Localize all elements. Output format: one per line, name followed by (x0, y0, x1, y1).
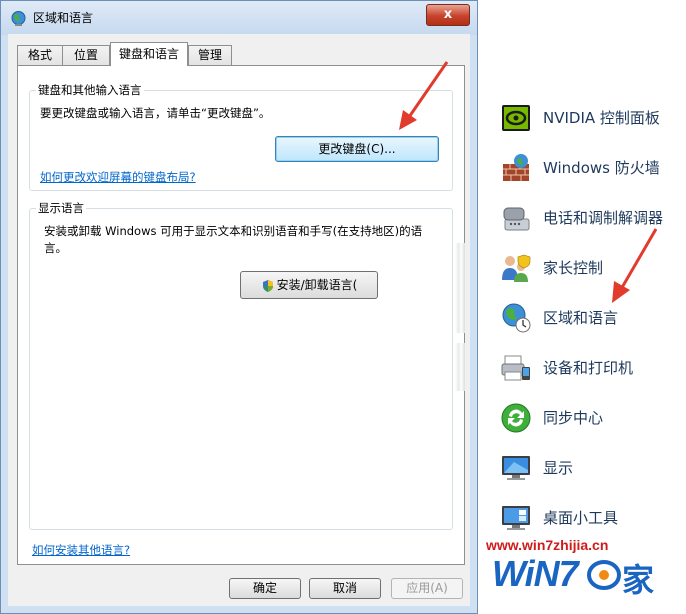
button-label: 安装/卸载语言( (276, 278, 358, 292)
phone-modem-icon (503, 207, 530, 231)
cp-item-label: NVIDIA 控制面板 (543, 109, 660, 127)
title-bar[interactable]: 区域和语言 x (1, 1, 477, 35)
uac-shield-icon (262, 279, 273, 292)
display-icon (502, 456, 530, 480)
devices-printers-icon (501, 355, 530, 381)
cp-item-label: 桌面小工具 (543, 509, 619, 527)
panel-edge (455, 243, 465, 333)
panel-edge (455, 343, 465, 391)
dialog-title: 区域和语言 (33, 11, 94, 25)
desktop-gadgets-icon (502, 506, 530, 530)
tab-label: 键盘和语言 (118, 47, 179, 61)
cp-item-label: 设备和打印机 (543, 359, 634, 377)
button-label: 确定 (252, 581, 277, 595)
watermark-logo-text: WiN7 (492, 553, 579, 594)
tab-label: 格式 (27, 48, 52, 62)
tab-label: 管理 (197, 48, 222, 62)
globe-icon (11, 11, 26, 26)
cp-item-label: 同步中心 (543, 409, 604, 427)
tab-location[interactable]: 位置 (62, 45, 110, 65)
button-label: 取消 (332, 581, 357, 595)
tab-keyboard-language[interactable]: 键盘和语言 (110, 42, 188, 66)
tab-label: 位置 (73, 48, 98, 62)
tab-format[interactable]: 格式 (17, 45, 63, 65)
annotation-arrow-icon (612, 228, 658, 303)
watermark-logo-suffix: 家 (622, 561, 655, 599)
region-language-icon (502, 303, 531, 333)
tab-administrative[interactable]: 管理 (188, 45, 232, 65)
display-language-description: 安装或卸载 Windows 可用于显示文本和识别语音和手写(在支持地区)的语言。 (44, 224, 423, 255)
install-uninstall-language-button[interactable]: 安装/卸载语言( (240, 271, 378, 299)
display-language-group-title: 显示语言 (36, 200, 86, 216)
ok-button[interactable]: 确定 (229, 578, 301, 599)
firewall-icon (503, 154, 529, 181)
welcome-screen-layout-link[interactable]: 如何更改欢迎屏幕的键盘布局? (40, 169, 196, 185)
watermark-url: www.win7zhijia.cn (486, 537, 609, 553)
button-label: 更改键盘(C)... (318, 142, 396, 156)
cp-item-label: Windows 防火墙 (543, 159, 660, 177)
cp-item-label: 显示 (543, 459, 574, 477)
sync-center-icon (501, 403, 531, 433)
nvidia-icon (502, 105, 530, 131)
parental-control-icon (502, 254, 531, 282)
apply-button[interactable]: 应用(A) (391, 578, 463, 599)
close-icon: x (443, 7, 453, 22)
keyboard-description: 要更改键盘或输入语言，请单击“更改键盘”。 (40, 106, 271, 120)
keyboard-group-title: 键盘和其他输入语言 (36, 82, 144, 98)
annotation-arrow-icon (399, 61, 449, 130)
change-keyboard-button[interactable]: 更改键盘(C)... (275, 136, 439, 162)
cp-item-label: 家长控制 (543, 259, 604, 277)
install-other-languages-link[interactable]: 如何安装其他语言? (32, 542, 130, 558)
cp-item-label: 区域和语言 (543, 309, 619, 327)
cancel-button[interactable]: 取消 (309, 578, 381, 599)
watermark-logo: WiN7 家 (492, 553, 664, 599)
button-label: 应用(A) (406, 581, 448, 595)
watermark-logo-icon (587, 560, 621, 590)
close-button[interactable]: x (426, 4, 470, 26)
